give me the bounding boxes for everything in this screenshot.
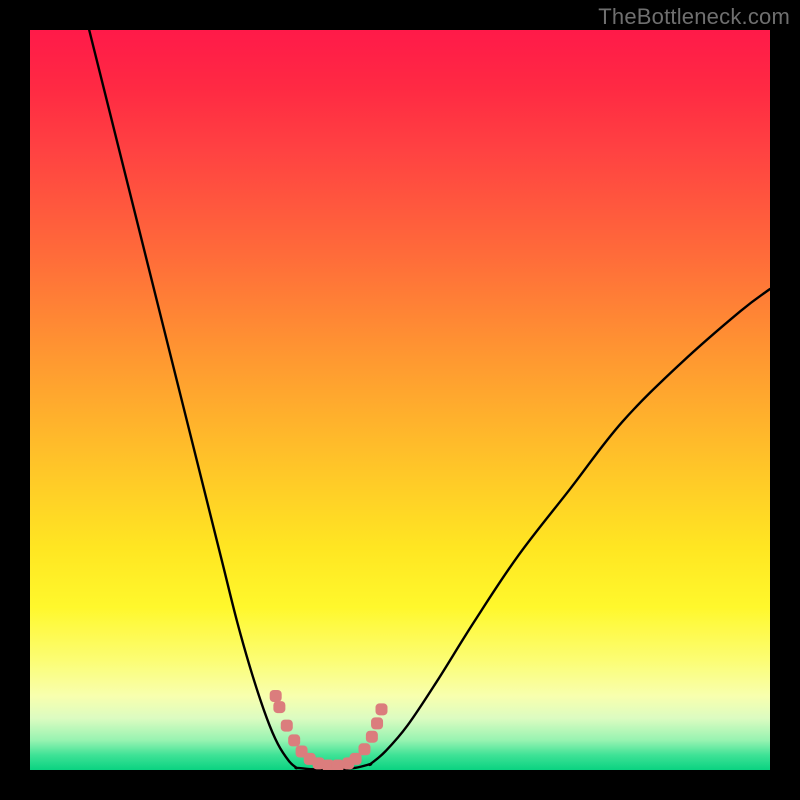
marker-dot xyxy=(376,703,388,715)
chart-svg xyxy=(30,30,770,770)
marker-dot xyxy=(288,734,300,746)
marker-dot xyxy=(270,690,282,702)
marker-dot xyxy=(273,701,285,713)
marker-dot xyxy=(281,720,293,732)
marker-dot xyxy=(350,753,362,765)
marker-dot xyxy=(371,717,383,729)
marker-dot xyxy=(366,731,378,743)
watermark-text: TheBottleneck.com xyxy=(598,4,790,30)
plot-area xyxy=(30,30,770,770)
marker-dot xyxy=(332,760,344,770)
bottleneck-curve xyxy=(89,30,770,770)
outer-frame: TheBottleneck.com xyxy=(0,0,800,800)
marker-dot xyxy=(358,743,370,755)
